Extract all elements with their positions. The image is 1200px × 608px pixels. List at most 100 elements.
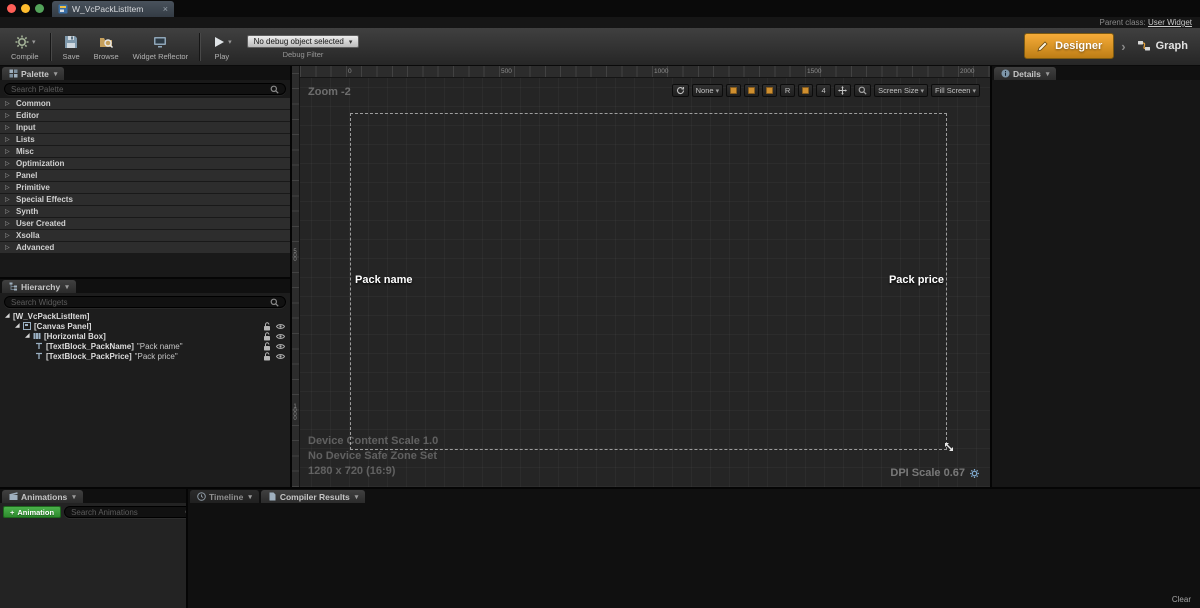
add-animation-button[interactable]: + Animation xyxy=(3,506,61,518)
toggle-lock-button[interactable] xyxy=(744,84,759,97)
debug-filter-group: No debug object selected ▾ Debug Filter xyxy=(247,30,360,64)
animations-search-input[interactable] xyxy=(71,508,181,517)
clear-button[interactable]: Clear xyxy=(1172,595,1191,604)
localization-preview-button[interactable] xyxy=(672,84,689,97)
animations-search[interactable] xyxy=(64,506,201,518)
browse-button[interactable]: Browse xyxy=(87,30,126,64)
palette-category-optimization[interactable]: ▷Optimization xyxy=(0,158,290,170)
hierarchy-search[interactable] xyxy=(4,296,286,308)
tree-row-horizontal-box[interactable]: ◢ [Horizontal Box] xyxy=(0,331,290,341)
compile-button[interactable]: ▾ Compile xyxy=(4,30,46,64)
palette-category-misc[interactable]: ▷Misc xyxy=(0,146,290,158)
palette-category-synth[interactable]: ▷Synth xyxy=(0,206,290,218)
tab-palette[interactable]: Palette ▾ xyxy=(2,67,64,80)
transform-widget-button[interactable] xyxy=(834,84,851,97)
pack-price-textblock[interactable]: Pack price xyxy=(889,274,944,286)
save-button[interactable]: Save xyxy=(56,30,87,64)
expander-icon[interactable]: ▷ xyxy=(5,233,11,239)
lock-icon[interactable] xyxy=(263,342,271,351)
graph-mode-button[interactable]: Graph xyxy=(1133,39,1192,53)
tab-options-icon[interactable]: ▾ xyxy=(1046,70,1050,78)
expander-icon[interactable]: ▷ xyxy=(5,161,11,167)
palette-category-editor[interactable]: ▷Editor xyxy=(0,110,290,122)
tree-row-root[interactable]: ◢ [W_VcPackListItem] xyxy=(0,311,290,321)
hierarchy-search-input[interactable] xyxy=(11,298,266,307)
tab-hierarchy[interactable]: Hierarchy ▾ xyxy=(2,280,76,293)
toggle-snap-button[interactable] xyxy=(798,84,813,97)
rotation-snap-button[interactable]: R xyxy=(780,84,795,97)
pack-name-textblock[interactable]: Pack name xyxy=(355,274,412,286)
palette-category-panel[interactable]: ▷Panel xyxy=(0,170,290,182)
expander-icon[interactable]: ▷ xyxy=(5,209,11,215)
palette-category-lists[interactable]: ▷Lists xyxy=(0,134,290,146)
toggle-outlines-button[interactable] xyxy=(726,84,741,97)
design-preview-area[interactable]: Pack name Pack price xyxy=(350,113,947,450)
compile-dropdown-icon[interactable]: ▾ xyxy=(32,38,36,46)
lock-icon[interactable] xyxy=(263,352,271,361)
resize-handle-icon[interactable] xyxy=(943,440,955,458)
palette-category-xsolla[interactable]: ▷Xsolla xyxy=(0,230,290,242)
preview-zoom-button[interactable] xyxy=(854,84,871,97)
designer-canvas[interactable]: 0 500 1000 1500 2000 500 1000 Zoom -2 No… xyxy=(292,66,990,487)
expander-icon[interactable]: ▷ xyxy=(5,185,11,191)
close-tab-icon[interactable]: × xyxy=(163,5,168,14)
expander-icon[interactable]: ◢ xyxy=(25,333,31,339)
parent-class-link[interactable]: User Widget xyxy=(1148,18,1192,27)
tab-options-icon[interactable]: ▾ xyxy=(355,493,359,501)
maximize-window-button[interactable] xyxy=(35,4,44,13)
debug-object-dropdown[interactable]: No debug object selected ▾ xyxy=(247,35,360,48)
tab-options-icon[interactable]: ▾ xyxy=(54,70,58,78)
expander-icon[interactable]: ◢ xyxy=(15,323,21,329)
visibility-eye-icon[interactable] xyxy=(276,323,285,330)
tree-row-canvas-panel[interactable]: ◢ [Canvas Panel] xyxy=(0,321,290,331)
palette-tab-bar: Palette ▾ xyxy=(0,66,290,80)
screen-size-dropdown[interactable]: Screen Size ▾ xyxy=(874,84,928,97)
expander-icon[interactable]: ▷ xyxy=(5,197,11,203)
toggle-grid-snap-button[interactable] xyxy=(762,84,777,97)
lock-icon[interactable] xyxy=(263,332,271,341)
tree-row-textblock-packprice[interactable]: [TextBlock_PackPrice] "Pack price" xyxy=(0,351,290,361)
localization-none-dropdown[interactable]: None ▾ xyxy=(692,84,723,97)
expander-icon[interactable]: ▷ xyxy=(5,113,11,119)
tree-row-textblock-packname[interactable]: [TextBlock_PackName] "Pack name" xyxy=(0,341,290,351)
palette-category-special-effects[interactable]: ▷Special Effects xyxy=(0,194,290,206)
details-tab-bar: Details ▾ xyxy=(992,66,1200,80)
fill-screen-dropdown[interactable]: Fill Screen ▾ xyxy=(931,84,980,97)
asset-tab[interactable]: W_VcPackListItem × xyxy=(52,1,174,17)
expander-icon[interactable]: ▷ xyxy=(5,245,11,251)
palette-category-common[interactable]: ▷Common xyxy=(0,98,290,110)
palette-category-user-created[interactable]: ▷User Created xyxy=(0,218,290,230)
dpi-settings-gear-icon[interactable] xyxy=(969,468,980,479)
close-window-button[interactable] xyxy=(7,4,16,13)
expander-icon[interactable]: ▷ xyxy=(5,125,11,131)
tab-options-icon[interactable]: ▾ xyxy=(65,283,69,291)
expander-icon[interactable]: ▷ xyxy=(5,173,11,179)
expander-icon[interactable]: ▷ xyxy=(5,221,11,227)
palette-search-input[interactable] xyxy=(11,85,266,94)
palette-category-primitive[interactable]: ▷Primitive xyxy=(0,182,290,194)
expander-icon[interactable]: ▷ xyxy=(5,101,11,107)
visibility-eye-icon[interactable] xyxy=(276,333,285,340)
expander-icon[interactable]: ▷ xyxy=(5,149,11,155)
tab-timeline[interactable]: Timeline ▾ xyxy=(190,490,259,503)
lock-icon[interactable] xyxy=(263,322,271,331)
tab-animations[interactable]: Animations ▾ xyxy=(2,490,83,503)
palette-category-input[interactable]: ▷Input xyxy=(0,122,290,134)
debug-filter-label: Debug Filter xyxy=(283,50,324,59)
widget-reflector-button[interactable]: Widget Reflector xyxy=(126,30,195,64)
expander-icon[interactable]: ▷ xyxy=(5,137,11,143)
designer-mode-button[interactable]: Designer xyxy=(1024,33,1114,59)
visibility-eye-icon[interactable] xyxy=(276,343,285,350)
visibility-eye-icon[interactable] xyxy=(276,353,285,360)
tab-options-icon[interactable]: ▾ xyxy=(248,493,252,501)
expander-icon[interactable]: ◢ xyxy=(5,313,11,319)
play-button[interactable]: ▾ Play xyxy=(205,30,239,64)
minimize-window-button[interactable] xyxy=(21,4,30,13)
palette-search[interactable] xyxy=(4,83,286,95)
grid-size-button[interactable]: 4 xyxy=(816,84,831,97)
play-dropdown-icon[interactable]: ▾ xyxy=(228,38,232,46)
tab-options-icon[interactable]: ▾ xyxy=(72,493,76,501)
tab-compiler-results[interactable]: Compiler Results ▾ xyxy=(261,490,365,503)
palette-category-advanced[interactable]: ▷Advanced xyxy=(0,242,290,254)
tab-details[interactable]: Details ▾ xyxy=(994,67,1056,80)
